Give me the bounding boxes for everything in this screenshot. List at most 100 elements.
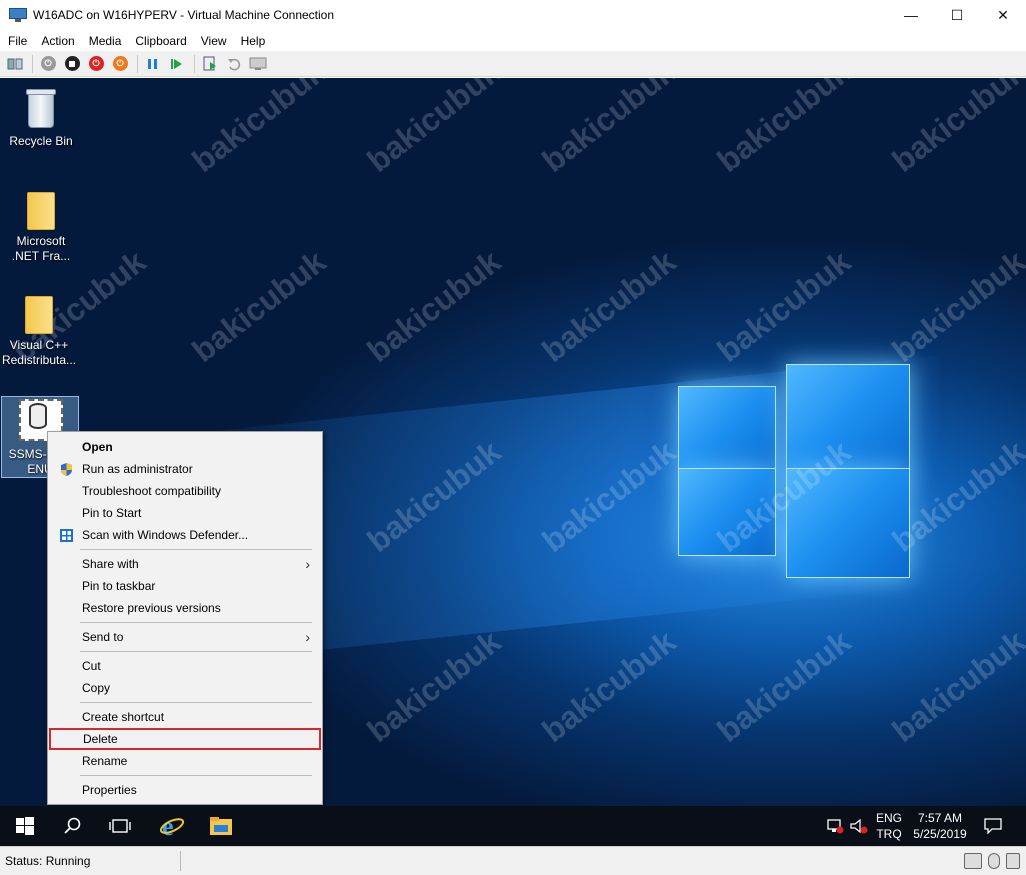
toolbar: ⏻ ⏻ ⏻ bbox=[0, 51, 1026, 77]
vm-status: Status: Running bbox=[5, 854, 91, 868]
menu-clipboard[interactable]: Clipboard bbox=[128, 34, 193, 48]
menu-help[interactable]: Help bbox=[234, 34, 273, 48]
maximize-button[interactable]: ☐ bbox=[934, 0, 980, 30]
menu-item-label: Delete bbox=[83, 732, 118, 746]
menu-item-label: Copy bbox=[82, 681, 111, 695]
recycle-bin-icon bbox=[24, 86, 58, 130]
start-button[interactable] bbox=[0, 806, 50, 846]
menu-item-troubleshoot[interactable]: Troubleshoot compatibility bbox=[48, 480, 322, 502]
desktop-icon-recycle-bin[interactable]: Recycle Bin bbox=[2, 86, 80, 149]
menu-item-delete[interactable]: Delete bbox=[49, 728, 321, 750]
desktop-icon-label: Microsoft .NET Fra... bbox=[11, 234, 71, 263]
menu-item-label: Pin to taskbar bbox=[82, 579, 156, 593]
folder-icon bbox=[27, 192, 55, 230]
menu-item-label: Send to bbox=[82, 630, 124, 644]
menu-item-label: Scan with Windows Defender... bbox=[82, 528, 249, 542]
notifications-icon bbox=[984, 818, 1002, 834]
revert-icon[interactable] bbox=[223, 53, 245, 75]
watermark: bakicubuk bbox=[885, 623, 1026, 750]
input-language[interactable]: ENG TRQ bbox=[870, 810, 908, 842]
pause-icon[interactable] bbox=[142, 53, 164, 75]
folder-icon bbox=[25, 296, 53, 334]
menu-item-send-to[interactable]: Send to › bbox=[48, 626, 322, 648]
menu-item-label: Run as administrator bbox=[82, 462, 193, 476]
resume-icon[interactable] bbox=[166, 53, 188, 75]
menu-view[interactable]: View bbox=[194, 34, 234, 48]
taskbar-file-explorer[interactable] bbox=[198, 806, 244, 846]
menu-action[interactable]: Action bbox=[34, 34, 81, 48]
submenu-arrow-icon: › bbox=[305, 556, 310, 572]
submenu-arrow-icon: › bbox=[305, 629, 310, 645]
menu-item-label: Troubleshoot compatibility bbox=[82, 484, 221, 498]
internet-explorer-icon: e bbox=[159, 813, 185, 839]
watermark: bakicubuk bbox=[185, 78, 333, 180]
context-menu: Open Run as administrator Troubleshoot c… bbox=[47, 431, 323, 805]
search-icon bbox=[64, 817, 81, 834]
minimize-button[interactable]: — bbox=[888, 0, 934, 30]
watermark: bakicubuk bbox=[885, 78, 1026, 180]
menu-item-pin-to-taskbar[interactable]: Pin to taskbar bbox=[48, 575, 322, 597]
taskbar: e ENG TRQ 7:57 AM 5/25/2019 bbox=[0, 806, 1026, 846]
windows-start-icon bbox=[16, 817, 34, 835]
desktop-icon-dotnet[interactable]: Microsoft .NET Fra... bbox=[2, 192, 80, 264]
menu-item-label: Restore previous versions bbox=[82, 601, 221, 615]
menu-item-copy[interactable]: Copy bbox=[48, 677, 322, 699]
desktop-icon-vcredist[interactable]: Visual C++ Redistributa... bbox=[0, 296, 78, 368]
menu-item-label: Cut bbox=[82, 659, 101, 673]
volume-muted-icon[interactable] bbox=[848, 806, 870, 846]
menu-item-label: Pin to Start bbox=[82, 506, 142, 520]
file-explorer-icon bbox=[210, 817, 232, 835]
save-icon[interactable]: ⏻ bbox=[109, 53, 131, 75]
watermark: bakicubuk bbox=[360, 78, 508, 180]
menu-item-label: Share with bbox=[82, 557, 139, 571]
clock[interactable]: 7:57 AM 5/25/2019 bbox=[910, 810, 970, 842]
start-icon[interactable]: ⏻ bbox=[37, 53, 59, 75]
menu-item-label: Create shortcut bbox=[82, 710, 165, 724]
checkpoint-icon[interactable] bbox=[199, 53, 221, 75]
keyboard-icon bbox=[964, 853, 982, 869]
menu-item-label: Properties bbox=[82, 783, 137, 797]
menu-media[interactable]: Media bbox=[82, 34, 129, 48]
title-bar: W16ADC on W16HYPERV - Virtual Machine Co… bbox=[0, 0, 1026, 30]
action-center-button[interactable] bbox=[976, 806, 1010, 846]
menu-item-restore-previous-versions[interactable]: Restore previous versions bbox=[48, 597, 322, 619]
menu-item-open[interactable]: Open bbox=[48, 436, 322, 458]
task-view-button[interactable] bbox=[96, 806, 144, 846]
menu-item-rename[interactable]: Rename bbox=[48, 750, 322, 772]
mouse-icon bbox=[988, 853, 1000, 869]
watermark: bakicubuk bbox=[710, 78, 858, 180]
network-icon[interactable] bbox=[824, 806, 846, 846]
menu-item-share-with[interactable]: Share with › bbox=[48, 553, 322, 575]
turn-off-icon[interactable] bbox=[61, 53, 83, 75]
menu-file[interactable]: File bbox=[1, 34, 34, 48]
clock-time: 7:57 AM bbox=[917, 811, 963, 825]
taskbar-internet-explorer[interactable]: e bbox=[148, 806, 196, 846]
menu-item-create-shortcut[interactable]: Create shortcut bbox=[48, 706, 322, 728]
watermark: bakicubuk bbox=[710, 623, 858, 750]
desktop-icon-label: Visual C++ Redistributa... bbox=[1, 338, 77, 367]
task-view-icon bbox=[109, 819, 131, 833]
shutdown-icon[interactable]: ⏻ bbox=[85, 53, 107, 75]
menu-item-scan-defender[interactable]: Scan with Windows Defender... bbox=[48, 524, 322, 546]
menu-item-cut[interactable]: Cut bbox=[48, 655, 322, 677]
desktop-icon-label: Recycle Bin bbox=[9, 134, 73, 148]
windows-logo bbox=[676, 346, 912, 578]
menu-item-label: Open bbox=[82, 440, 113, 454]
window-title: W16ADC on W16HYPERV - Virtual Machine Co… bbox=[33, 8, 335, 22]
menu-item-pin-to-start[interactable]: Pin to Start bbox=[48, 502, 322, 524]
watermark: bakicubuk bbox=[185, 243, 333, 370]
watermark: bakicubuk bbox=[535, 78, 683, 180]
lock-icon bbox=[1006, 853, 1020, 869]
ctrl-alt-del-icon[interactable] bbox=[4, 53, 26, 75]
menu-bar: File Action Media Clipboard View Help bbox=[0, 30, 1026, 51]
menu-item-properties[interactable]: Properties bbox=[48, 779, 322, 801]
close-button[interactable]: ✕ bbox=[980, 0, 1026, 30]
keyboard-layout: TRQ bbox=[876, 827, 902, 841]
uac-shield-icon bbox=[59, 462, 74, 477]
search-button[interactable] bbox=[50, 806, 96, 846]
enhanced-session-icon[interactable] bbox=[247, 53, 269, 75]
menu-separator bbox=[80, 622, 312, 623]
watermark: bakicubuk bbox=[360, 243, 508, 370]
menu-item-run-as-admin[interactable]: Run as administrator bbox=[48, 458, 322, 480]
menu-separator bbox=[80, 775, 312, 776]
